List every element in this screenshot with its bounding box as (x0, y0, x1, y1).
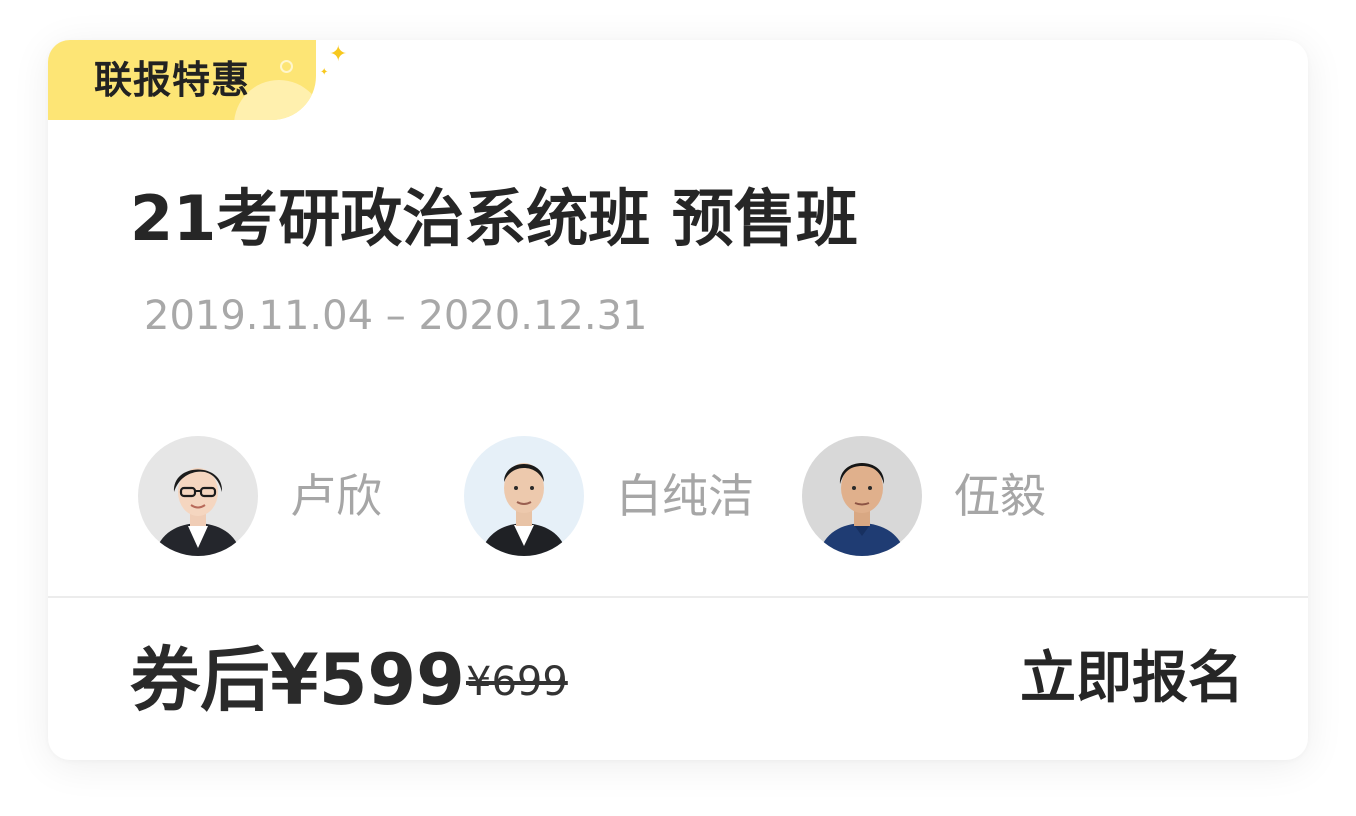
teacher-avatar-icon (802, 436, 922, 556)
promo-badge: 联报特惠 (48, 40, 316, 120)
sparkle-small-icon: ✦ (320, 67, 329, 78)
teacher-item[interactable]: 卢欣 (138, 436, 382, 556)
sparkle-icon: ✦ (329, 42, 348, 67)
teacher-name: 卢欣 (290, 469, 382, 523)
original-price: ¥699 (466, 659, 568, 705)
course-title: 21考研政治系统班 预售班 (130, 182, 858, 255)
card-divider (48, 596, 1308, 598)
teacher-avatar-icon (464, 436, 584, 556)
enroll-button[interactable]: 立即报名 (1020, 644, 1244, 714)
teacher-name: 伍毅 (954, 469, 1046, 523)
course-date-range: 2019.11.04 – 2020.12.31 (144, 293, 648, 339)
course-card[interactable]: 联报特惠 ✦ ✦ 21考研政治系统班 预售班 2019.11.04 – 2020… (48, 40, 1308, 760)
teacher-avatar-icon (138, 436, 258, 556)
teacher-name: 白纯洁 (616, 469, 754, 523)
badge-ring-decoration (280, 60, 293, 73)
promo-badge-label: 联报特惠 (94, 58, 251, 102)
teacher-item[interactable]: 伍毅 (802, 436, 1046, 556)
discount-price: 券后¥599 (130, 639, 465, 721)
teacher-item[interactable]: 白纯洁 (464, 436, 754, 556)
